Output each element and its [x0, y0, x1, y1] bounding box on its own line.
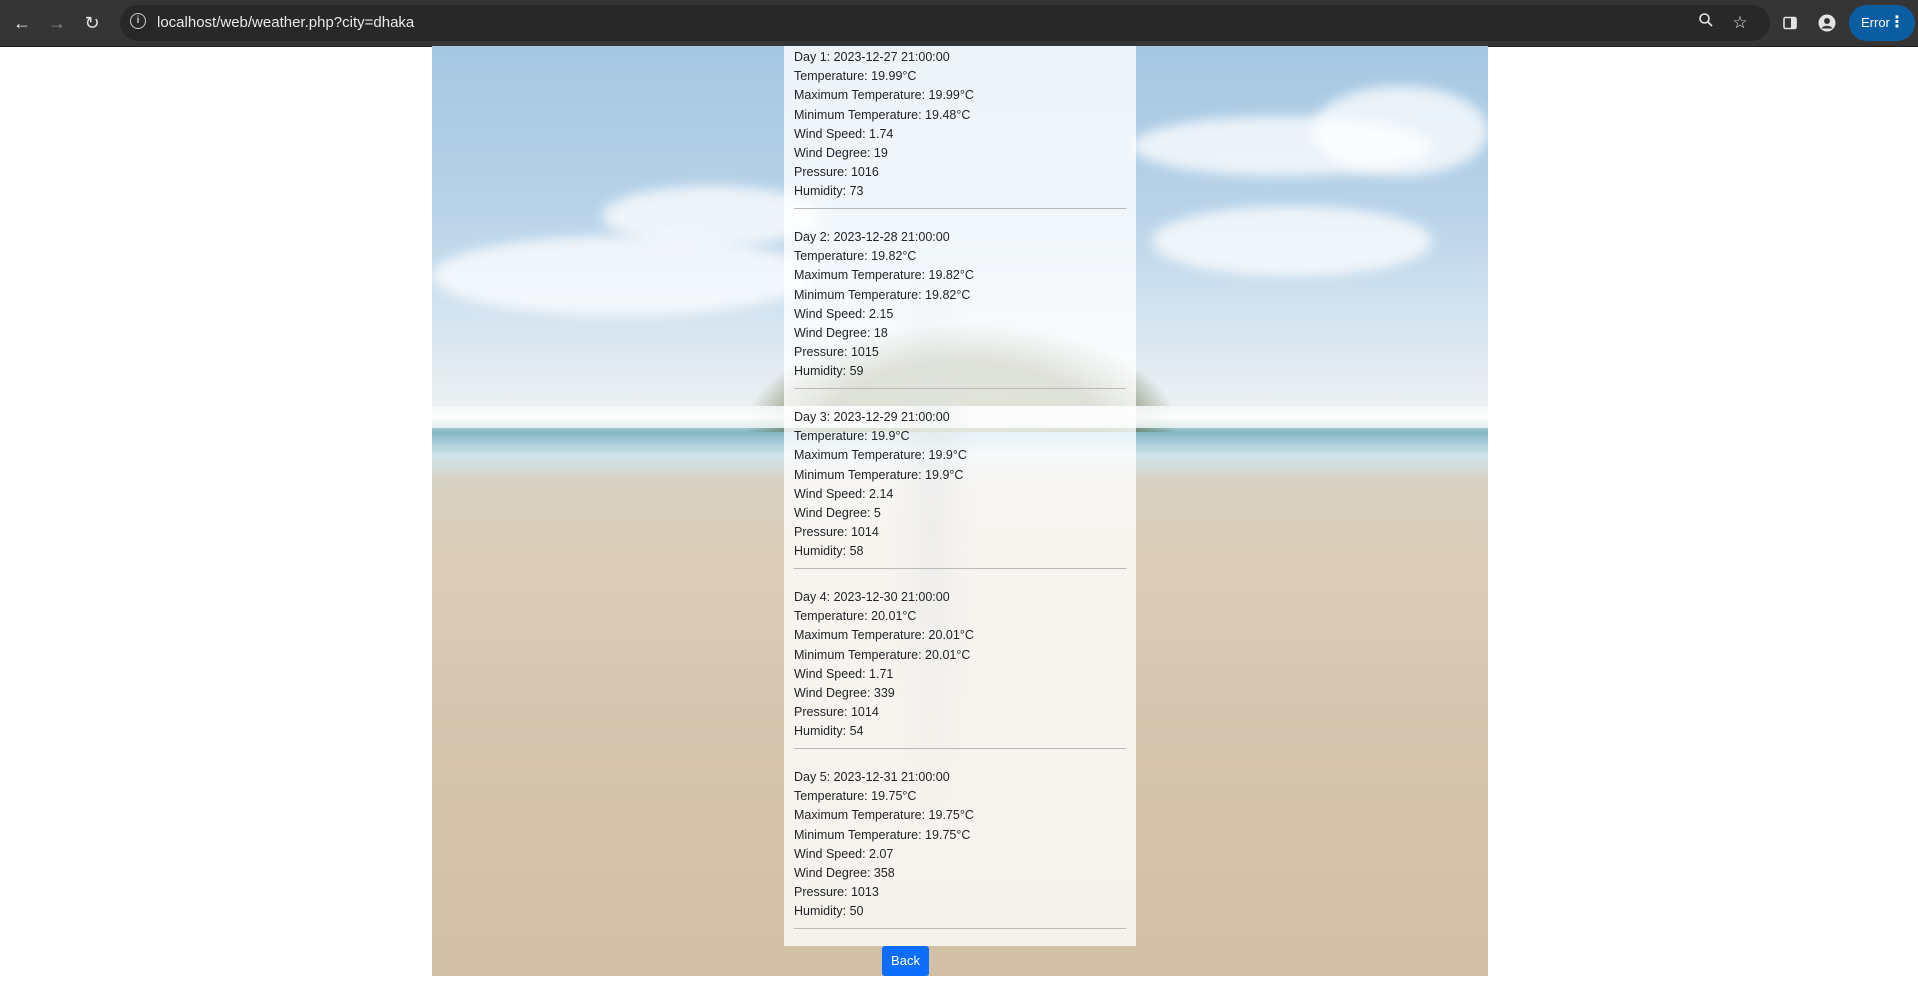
profile-status-label: Error	[1861, 15, 1890, 30]
min-temperature: Minimum Temperature: 19.9°C	[794, 467, 964, 482]
wind-degree: Wind Degree: 5	[794, 506, 881, 521]
min-temperature: Minimum Temperature: 19.48°C	[794, 107, 971, 122]
temperature: Temperature: 19.75°C	[794, 789, 917, 804]
divider	[794, 388, 1126, 389]
wind-speed: Wind Speed: 1.74	[794, 126, 894, 141]
forecast-day-4: Day 4: 2023-12-30 21:00:00 Temperature: …	[794, 588, 1126, 749]
wind-degree: Wind Degree: 339	[794, 686, 895, 701]
humidity: Humidity: 73	[794, 184, 864, 199]
browser-toolbar: ← → ↻ i localhost/web/weather.php?city=d…	[0, 0, 1918, 46]
back-button[interactable]: Back	[882, 946, 929, 976]
star-icon[interactable]: ☆	[1728, 11, 1752, 35]
wind-speed: Wind Speed: 1.71	[794, 666, 894, 681]
humidity: Humidity: 59	[794, 364, 864, 379]
humidity: Humidity: 58	[794, 544, 864, 559]
max-temperature: Maximum Temperature: 19.82°C	[794, 268, 974, 283]
zoom-icon[interactable]	[1694, 11, 1718, 35]
min-temperature: Minimum Temperature: 19.75°C	[794, 827, 971, 842]
day-heading: Day 4: 2023-12-30 21:00:00	[794, 590, 950, 604]
temperature: Temperature: 19.99°C	[794, 69, 917, 84]
side-panel-icon[interactable]	[1776, 9, 1804, 37]
divider	[794, 568, 1126, 569]
temperature: Temperature: 19.82°C	[794, 249, 917, 264]
divider	[794, 208, 1126, 209]
temperature: Temperature: 19.9°C	[794, 429, 910, 444]
person-icon[interactable]	[1813, 9, 1841, 37]
pressure: Pressure: 1013	[794, 885, 879, 900]
day-heading: Day 1: 2023-12-27 21:00:00	[794, 50, 950, 64]
forecast-day-3: Day 3: 2023-12-29 21:00:00 Temperature: …	[794, 408, 1126, 569]
wind-speed: Wind Speed: 2.07	[794, 846, 894, 861]
pressure: Pressure: 1016	[794, 165, 879, 180]
kebab-menu-icon[interactable]: ⋮	[1889, 5, 1905, 41]
min-temperature: Minimum Temperature: 19.82°C	[794, 287, 971, 302]
arrow-left-icon[interactable]: ←	[8, 9, 36, 37]
profile-error-button[interactable]: Error ⋮	[1849, 5, 1915, 41]
pressure: Pressure: 1015	[794, 345, 879, 360]
address-bar[interactable]: i localhost/web/weather.php?city=dhaka ☆	[120, 5, 1770, 41]
arrow-right-icon[interactable]: →	[43, 9, 71, 37]
pressure: Pressure: 1014	[794, 705, 879, 720]
max-temperature: Maximum Temperature: 19.75°C	[794, 808, 974, 823]
wind-degree: Wind Degree: 18	[794, 326, 888, 341]
max-temperature: Maximum Temperature: 19.99°C	[794, 88, 974, 103]
reload-icon[interactable]: ↻	[78, 9, 106, 37]
wind-degree: Wind Degree: 19	[794, 146, 888, 161]
wind-speed: Wind Speed: 2.15	[794, 306, 894, 321]
day-heading: Day 3: 2023-12-29 21:00:00	[794, 410, 950, 424]
wind-degree: Wind Degree: 358	[794, 866, 895, 881]
temperature: Temperature: 20.01°C	[794, 609, 917, 624]
max-temperature: Maximum Temperature: 19.9°C	[794, 448, 967, 463]
max-temperature: Maximum Temperature: 20.01°C	[794, 628, 974, 643]
forecast-day-2: Day 2: 2023-12-28 21:00:00 Temperature: …	[794, 228, 1126, 389]
day-heading: Day 2: 2023-12-28 21:00:00	[794, 230, 950, 244]
url-text[interactable]: localhost/web/weather.php?city=dhaka	[157, 14, 414, 31]
forecast-day-1: Day 1: 2023-12-27 21:00:00 Temperature: …	[794, 48, 1126, 209]
background-image: Day 1: 2023-12-27 21:00:00 Temperature: …	[432, 46, 1488, 976]
day-heading: Day 5: 2023-12-31 21:00:00	[794, 770, 950, 784]
info-icon[interactable]: i	[130, 13, 146, 29]
forecast-panel: Day 1: 2023-12-27 21:00:00 Temperature: …	[784, 46, 1136, 946]
min-temperature: Minimum Temperature: 20.01°C	[794, 647, 971, 662]
pressure: Pressure: 1014	[794, 525, 879, 540]
humidity: Humidity: 54	[794, 724, 864, 739]
wind-speed: Wind Speed: 2.14	[794, 486, 894, 501]
divider	[794, 748, 1126, 749]
divider	[794, 928, 1126, 929]
humidity: Humidity: 50	[794, 904, 864, 919]
forecast-day-5: Day 5: 2023-12-31 21:00:00 Temperature: …	[794, 768, 1126, 929]
